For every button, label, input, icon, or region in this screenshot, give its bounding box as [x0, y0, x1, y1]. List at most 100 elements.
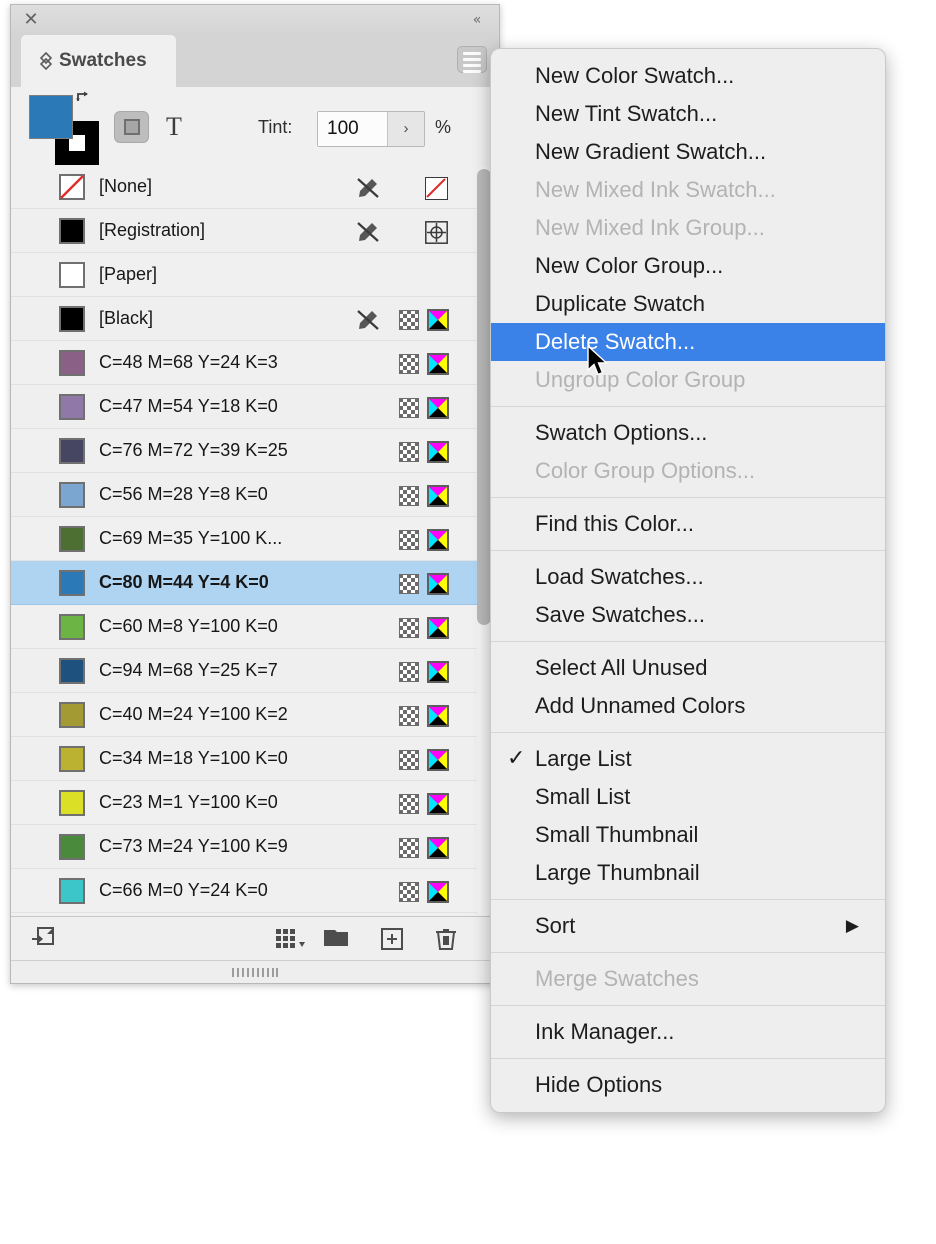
formatting-affects-container-button[interactable] — [114, 111, 149, 143]
swatch-row[interactable]: [Paper] — [11, 253, 499, 297]
checkmark-icon: ✓ — [507, 746, 526, 771]
panel-resize-grip[interactable] — [11, 960, 499, 983]
panel-flyout-menu[interactable]: New Color Swatch... New Tint Swatch... New… — [490, 48, 886, 1113]
menu-item-large-thumbnail[interactable]: Large Thumbnail — [491, 854, 885, 892]
cmyk-process-color-icon — [427, 881, 449, 903]
menu-separator — [491, 732, 885, 733]
menu-item-save-swatches[interactable]: Save Swatches... — [491, 596, 885, 634]
swatch-row[interactable]: C=40 M=24 Y=100 K=2 — [11, 693, 499, 737]
menu-item-new-gradient-swatch[interactable]: New Gradient Swatch... — [491, 133, 885, 171]
swatch-row[interactable]: C=76 M=72 Y=39 K=25 — [11, 429, 499, 473]
process-color-checker-icon — [399, 794, 419, 814]
cmyk-process-color-icon — [427, 353, 449, 375]
swatch-name: C=76 M=72 Y=39 K=25 — [99, 440, 288, 460]
swatch-color-chip — [59, 438, 85, 464]
swatch-color-chip — [59, 218, 85, 244]
menu-item-add-unnamed-colors[interactable]: Add Unnamed Colors — [491, 687, 885, 725]
menu-item-label: Merge Swatches — [535, 966, 699, 991]
process-color-checker-icon — [399, 706, 419, 726]
swatch-row[interactable]: C=60 M=8 Y=100 K=0 — [11, 605, 499, 649]
swatch-color-chip — [59, 306, 85, 332]
menu-separator — [491, 641, 885, 642]
menu-item-delete-swatch[interactable]: Delete Swatch... — [491, 323, 885, 361]
menu-separator — [491, 550, 885, 551]
formatting-affects-text-button[interactable]: T — [163, 113, 185, 141]
swatch-name: C=94 M=68 Y=25 K=7 — [99, 660, 278, 680]
menu-item-new-color-swatch[interactable]: New Color Swatch... — [491, 57, 885, 95]
color-group-folder-icon[interactable] — [321, 925, 351, 953]
cmyk-process-color-icon — [427, 309, 449, 331]
menu-item-ink-manager[interactable]: Ink Manager... — [491, 1013, 885, 1051]
delete-swatch-trash-icon[interactable] — [431, 925, 461, 953]
menu-item-label: Ink Manager... — [535, 1019, 675, 1044]
swatch-color-chip — [59, 174, 85, 200]
process-color-checker-icon — [399, 882, 419, 902]
tint-input[interactable]: 100 — [318, 112, 387, 146]
close-icon[interactable]: ✕ — [21, 10, 41, 30]
menu-item-label: Select All Unused — [535, 655, 708, 680]
swatch-row[interactable]: C=56 M=28 Y=8 K=0 — [11, 473, 499, 517]
swatch-color-chip — [59, 350, 85, 376]
swatch-row[interactable]: [Black] — [11, 297, 499, 341]
swatch-color-chip — [59, 790, 85, 816]
menu-item-sort[interactable]: Sort ▶ — [491, 907, 885, 945]
swatch-name: C=80 M=44 Y=4 K=0 — [99, 572, 269, 592]
tint-percent-label: % — [435, 117, 452, 137]
new-color-group-icon[interactable] — [273, 925, 309, 953]
swatch-list[interactable]: [None] [Registration] [Paper] [Black] C=48 M… — [11, 165, 499, 920]
menu-item-load-swatches[interactable]: Load Swatches... — [491, 558, 885, 596]
swatch-row[interactable]: C=94 M=68 Y=25 K=7 — [11, 649, 499, 693]
swatch-row[interactable]: C=34 M=18 Y=100 K=0 — [11, 737, 499, 781]
swatch-row[interactable]: C=48 M=68 Y=24 K=3 — [11, 341, 499, 385]
menu-item-find-this-color[interactable]: Find this Color... — [491, 505, 885, 543]
collapse-double-chevron-icon[interactable]: « — [465, 11, 487, 29]
cmyk-process-color-icon — [427, 793, 449, 815]
fill-swatch[interactable] — [29, 95, 73, 139]
menu-item-label: New Tint Swatch... — [535, 101, 718, 126]
menu-item-swatch-options[interactable]: Swatch Options... — [491, 414, 885, 452]
swatch-row[interactable]: C=69 M=35 Y=100 K... — [11, 517, 499, 561]
tint-dropdown-arrow-icon[interactable]: › — [387, 112, 424, 146]
panel-titlebar: ✕ « — [11, 5, 499, 36]
cmyk-process-color-icon — [427, 661, 449, 683]
cmyk-process-color-icon — [427, 529, 449, 551]
swatch-row[interactable]: [None] — [11, 165, 499, 209]
menu-item-duplicate-swatch[interactable]: Duplicate Swatch — [491, 285, 885, 323]
fill-stroke-control[interactable] — [29, 91, 99, 165]
swatch-row[interactable]: C=23 M=1 Y=100 K=0 — [11, 781, 499, 825]
menu-item-small-list[interactable]: Small List — [491, 778, 885, 816]
process-color-checker-icon — [399, 354, 419, 374]
cmyk-process-color-icon — [427, 705, 449, 727]
swatch-color-chip — [59, 526, 85, 552]
swatch-row[interactable]: [Registration] — [11, 209, 499, 253]
swatch-name: C=69 M=35 Y=100 K... — [99, 528, 283, 548]
swatch-color-chip — [59, 614, 85, 640]
process-color-checker-icon — [399, 750, 419, 770]
panel-footer-toolbar — [11, 916, 499, 961]
menu-item-small-thumbnail[interactable]: Small Thumbnail — [491, 816, 885, 854]
menu-item-select-all-unused[interactable]: Select All Unused — [491, 649, 885, 687]
new-swatch-plus-icon[interactable] — [377, 925, 407, 953]
menu-item-label: Large Thumbnail — [535, 860, 700, 885]
tint-field[interactable]: 100 › — [317, 111, 425, 147]
menu-item-new-tint-swatch[interactable]: New Tint Swatch... — [491, 95, 885, 133]
swatch-row[interactable]: C=73 M=24 Y=100 K=9 — [11, 825, 499, 869]
process-color-checker-icon — [399, 530, 419, 550]
swap-fill-stroke-icon[interactable] — [75, 91, 91, 107]
menu-item-hide-options[interactable]: Hide Options — [491, 1066, 885, 1104]
swatch-row[interactable]: C=47 M=54 Y=18 K=0 — [11, 385, 499, 429]
swatch-list-scrollbar-thumb[interactable] — [477, 169, 491, 625]
swatch-row-selected[interactable]: C=80 M=44 Y=4 K=0 — [11, 561, 499, 605]
menu-item-large-list[interactable]: ✓ Large List — [491, 740, 885, 778]
menu-item-new-color-group[interactable]: New Color Group... — [491, 247, 885, 285]
panel-menu-hamburger-icon[interactable] — [457, 46, 487, 73]
show-swatches-in-group-icon[interactable] — [29, 925, 59, 953]
swatch-name: [Registration] — [99, 220, 206, 240]
tab-swatches[interactable]: Swatches — [21, 35, 176, 87]
swatch-name: [Black] — [99, 308, 154, 328]
swatch-color-chip — [59, 746, 85, 772]
tab-swatches-label: Swatches — [59, 50, 147, 71]
swatch-row[interactable]: C=66 M=0 Y=24 K=0 — [11, 869, 499, 913]
swatch-name: C=47 M=54 Y=18 K=0 — [99, 396, 278, 416]
menu-item-label: Ungroup Color Group — [535, 367, 746, 392]
